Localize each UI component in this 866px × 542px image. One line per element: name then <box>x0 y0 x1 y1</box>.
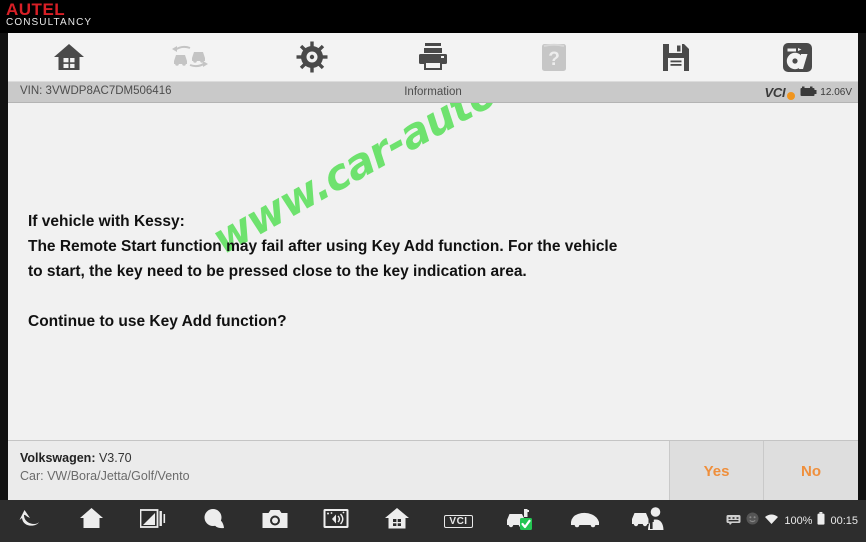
nav-browser-button[interactable] <box>183 500 244 542</box>
tablet-screen: AUTEL CONSULTANCY ? VIN: 3VWDP8AC7DM5064… <box>0 0 866 542</box>
battery-voltage: 12.06V <box>820 87 852 98</box>
nav-back-button[interactable] <box>0 500 61 542</box>
vehicle-swap-icon <box>170 43 210 71</box>
clock: 00:15 <box>830 515 858 527</box>
browser-icon <box>201 507 227 536</box>
nav-vehicle-connected-button[interactable] <box>490 500 553 542</box>
message-line: The Remote Start function may fail after… <box>28 238 618 255</box>
user-circle-icon[interactable] <box>746 512 759 530</box>
system-navigation-bar: VCI 100% 00:15 <box>0 500 866 542</box>
nav-display-button[interactable] <box>122 500 183 542</box>
app-home-icon <box>384 507 410 535</box>
bezel-left <box>0 33 8 500</box>
no-button[interactable]: No <box>763 441 858 501</box>
message-line: Continue to use Key Add function? <box>28 313 287 330</box>
content-area: www.car-auto-repair.com If vehicle with … <box>8 103 858 440</box>
vci-chip-icon: VCI <box>444 514 473 528</box>
message-spacer <box>28 284 748 309</box>
bezel-right <box>858 33 866 500</box>
toolbar-home-button[interactable] <box>8 33 129 82</box>
page-title: Information <box>404 86 462 98</box>
nav-app-home-button[interactable] <box>366 500 427 542</box>
home-icon <box>79 507 104 535</box>
message-line: If vehicle with Kessy: <box>28 213 185 230</box>
brand-logo-subtitle: CONSULTANCY <box>6 17 93 28</box>
vin-status-bar: VIN: 3VWDP8AC7DM506416 Information VCI 1… <box>8 82 858 103</box>
nav-home-button[interactable] <box>61 500 122 542</box>
nav-screen-recorder-button[interactable] <box>305 500 366 542</box>
vehicle-model: Car: VW/Bora/Jetta/Golf/Vento <box>20 469 190 483</box>
printer-icon <box>417 42 449 72</box>
nav-vci-manager-button[interactable]: VCI <box>427 500 490 542</box>
vci-status-label: VCI <box>764 85 786 100</box>
brand-logo-autel: AUTEL <box>6 0 66 19</box>
toolbar-save-button[interactable] <box>615 33 736 82</box>
battery-status: 12.06V <box>800 84 852 102</box>
svg-text:?: ? <box>549 49 561 70</box>
vci-status-dot <box>787 92 796 100</box>
information-message: If vehicle with Kessy: The Remote Start … <box>28 209 748 334</box>
yes-button[interactable]: Yes <box>669 441 763 501</box>
camera-icon <box>262 509 288 534</box>
toolbar-help-button[interactable]: ? <box>494 33 615 82</box>
service-icon <box>631 506 665 536</box>
system-status-group: 100% 00:15 <box>726 500 858 542</box>
save-disk-icon <box>662 43 690 72</box>
gear-icon <box>296 41 328 73</box>
vehicle-icon <box>570 510 600 533</box>
battery-icon <box>817 512 825 530</box>
vehicle-connected-icon <box>506 507 538 536</box>
brand-bar: AUTEL CONSULTANCY <box>0 0 866 33</box>
vehicle-make-version: Volkswagen: V3.70 <box>20 449 669 467</box>
display-icon <box>139 508 166 534</box>
screenshot-icon <box>323 508 349 534</box>
keyboard-icon[interactable] <box>726 512 741 530</box>
help-book-icon: ? <box>540 42 568 73</box>
back-arrow-icon <box>19 508 43 535</box>
nav-vehicle-button[interactable] <box>553 500 616 542</box>
nav-icon-group: VCI <box>0 500 679 542</box>
software-version: V3.70 <box>98 451 132 465</box>
app-toolbar: ? <box>8 33 858 82</box>
toolbar-settings-button[interactable] <box>251 33 372 82</box>
wifi-icon <box>764 512 779 530</box>
battery-percent: 100% <box>784 515 813 527</box>
vehicle-make: Volkswagen: <box>20 451 96 465</box>
data-logging-icon <box>782 42 813 73</box>
battery-icon <box>800 84 817 102</box>
vehicle-info: Volkswagen: V3.70 Car: VW/Bora/Jetta/Gol… <box>8 441 669 500</box>
nav-camera-button[interactable] <box>244 500 305 542</box>
toolbar-print-button[interactable] <box>372 33 493 82</box>
message-line: to start, the key need to be pressed clo… <box>28 263 527 280</box>
nav-service-button[interactable] <box>616 500 679 542</box>
vci-battery-group: VCI 12.06V <box>765 84 852 101</box>
toolbar-vehicle-swap-button[interactable] <box>129 33 250 82</box>
footer-bar: Volkswagen: V3.70 Car: VW/Bora/Jetta/Gol… <box>8 440 858 501</box>
toolbar-data-logging-button[interactable] <box>737 33 858 82</box>
home-icon <box>52 42 86 72</box>
